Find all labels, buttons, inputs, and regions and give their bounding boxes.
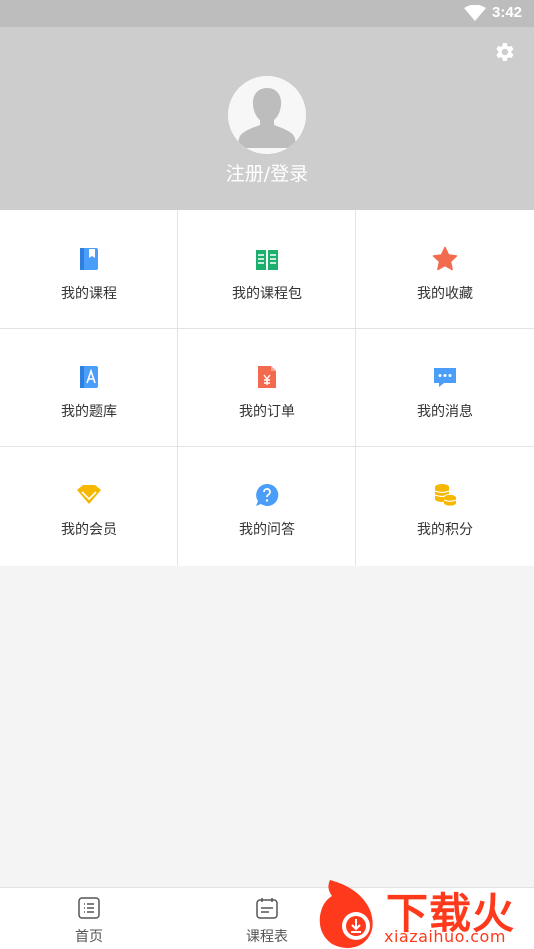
flame-download-icon [319,880,373,948]
qa-icon [256,483,279,506]
grid-divider [355,210,356,566]
watermark-logo: 下载火 xiazaihuo.com [316,878,534,949]
grid-divider [177,210,178,566]
tab-home[interactable]: 首页 [0,888,178,949]
points-icon [434,484,457,506]
question-bank-icon [80,366,98,388]
message-icon [434,368,456,387]
status-bar: 3:42 [0,0,534,27]
avatar[interactable] [228,76,306,154]
menu-item-my-qa[interactable]: 我的问答 [178,446,356,564]
grid-divider [0,328,534,329]
star-icon [432,246,458,271]
tab-label: 首页 [75,929,103,945]
menu-item-my-orders[interactable]: 我的订单 [178,328,356,446]
login-register-link[interactable]: 注册/登录 [0,159,534,186]
home-list-icon [78,897,100,919]
menu-item-label: 我的课程 [61,286,117,302]
settings-gear-icon[interactable] [492,40,516,64]
status-time: 3:42 [492,4,523,21]
menu-item-my-courses[interactable]: 我的课程 [0,210,178,328]
default-user-avatar-icon [228,76,306,154]
menu-item-label: 我的积分 [417,522,473,538]
profile-header: 注册/登录 [0,27,534,210]
menu-item-label: 我的课程包 [232,286,302,302]
membership-icon [77,485,101,504]
menu-item-label: 我的问答 [239,522,295,538]
order-icon [258,366,276,388]
menu-item-label: 我的题库 [61,404,117,420]
menu-item-label: 我的订单 [239,404,295,420]
wifi-icon [464,5,486,21]
course-icon [80,248,98,270]
menu-item-my-question-bank[interactable]: 我的题库 [0,328,178,446]
menu-item-my-course-packages[interactable]: 我的课程包 [178,210,356,328]
menu-item-my-points[interactable]: 我的积分 [356,446,534,564]
menu-item-my-membership[interactable]: 我的会员 [0,446,178,564]
menu-item-label: 我的会员 [61,522,117,538]
menu-grid: 我的课程 我的课程包 我的收藏 我的题库 我的订单 我的消息 我的会员 我的问答… [0,210,534,566]
menu-item-my-messages[interactable]: 我的消息 [356,328,534,446]
watermark-domain: xiazaihuo.com [384,927,506,946]
grid-divider [0,446,534,447]
schedule-icon [256,898,278,919]
menu-item-label: 我的消息 [417,404,473,420]
menu-item-my-favorites[interactable]: 我的收藏 [356,210,534,328]
menu-item-label: 我的收藏 [417,286,473,302]
course-package-icon [256,250,278,270]
